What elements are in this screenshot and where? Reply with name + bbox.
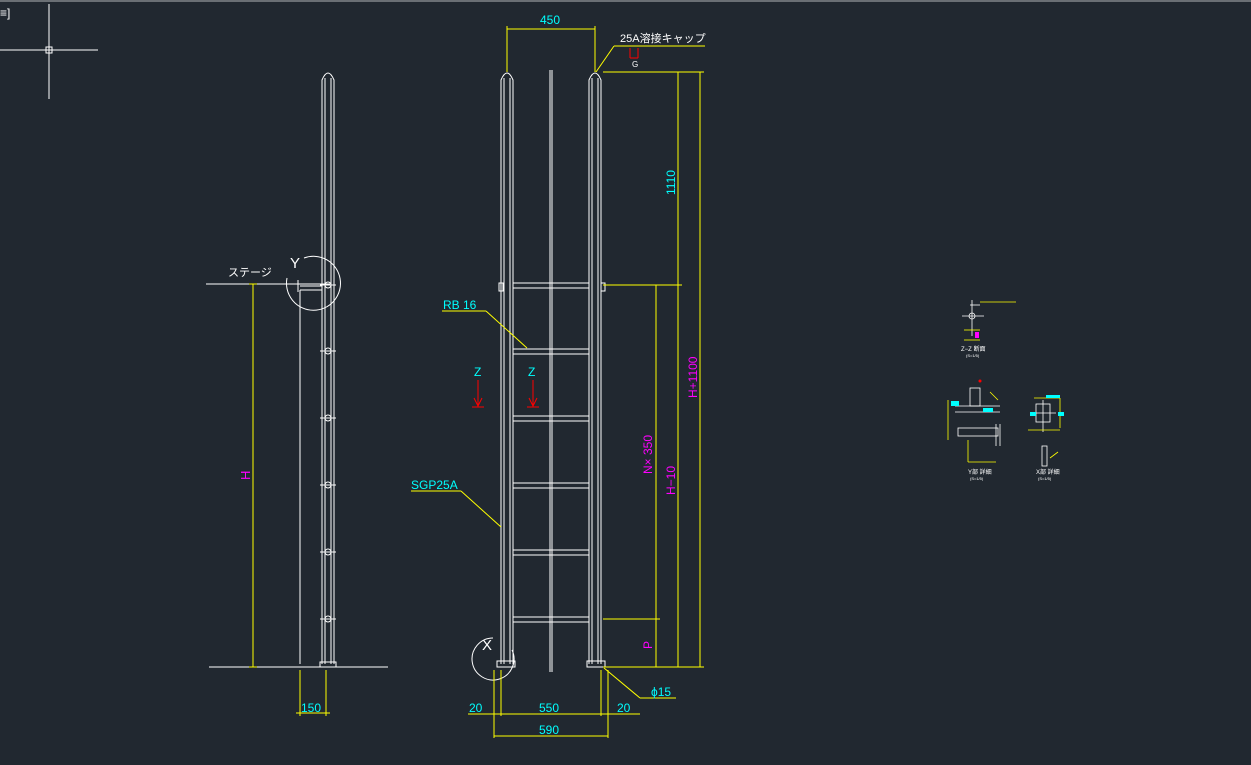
detail-y-marker: Y — [290, 255, 300, 272]
dim-550-label: 550 — [539, 701, 559, 715]
dim-1110-label: 1110 — [664, 170, 678, 195]
detail-x-title: X部 詳細 — [1036, 468, 1060, 476]
detail-y-title: Y部 詳細 — [968, 468, 992, 476]
detail-zz-title: Z−Z 断面 — [961, 345, 986, 353]
section-z-left-label: Z — [474, 365, 481, 379]
stage-label: ステージ — [228, 267, 272, 279]
rb16-label: RB 16 — [443, 298, 477, 312]
sgp25a-leader — [460, 490, 502, 528]
dim-p-label: P — [641, 641, 655, 649]
h-dimension-label: H — [238, 471, 253, 480]
weld-symbol-icon — [629, 48, 639, 59]
dim-left-20-label: 20 — [469, 701, 483, 715]
detail-x-marker: X — [482, 637, 492, 654]
dim-hole-label: ϕ15 — [651, 685, 671, 699]
top-450-dimension — [506, 26, 596, 72]
bottom-dimensions — [468, 667, 676, 738]
detail-x-scale: (S=1/5) — [1038, 476, 1052, 481]
dim-h10-label: H−10 — [664, 466, 678, 495]
cap-label: 25A溶接キャップ — [620, 31, 706, 45]
drawing-canvas[interactable]: ステージ Y H 150 450 25A溶接キャップ G 1110 H+1100… — [0, 0, 1251, 765]
rb16-leader — [485, 310, 528, 349]
detail-y: Y部 詳細 (S=1/5) — [947, 379, 1001, 481]
side-view: ステージ Y H 150 — [206, 72, 388, 716]
stage-bracket — [297, 280, 322, 292]
detail-y-scale: (S=1/5) — [970, 476, 984, 481]
detail-zz-scale: (S=1/5) — [966, 353, 980, 358]
left-rail — [496, 72, 516, 668]
section-z-left-arrow-icon — [472, 380, 484, 408]
dim-right-20-label: 20 — [617, 701, 631, 715]
detail-x-circle — [471, 637, 515, 681]
right-rail — [586, 72, 606, 668]
detail-zz: Z−Z 断面 (S=1/5) — [961, 300, 1016, 358]
detail-x: X部 詳細 (S=1/5) — [1028, 395, 1064, 481]
dim-h1100-label: H+1100 — [686, 356, 700, 398]
cap-leader — [595, 45, 615, 73]
cap-sub-label: G — [632, 60, 638, 69]
section-z-right-label: Z — [528, 365, 535, 379]
section-z-right-arrow-icon — [527, 380, 539, 408]
crosshair-cursor-icon — [0, 4, 98, 99]
top-450-label: 450 — [540, 13, 560, 27]
dim-590-label: 590 — [539, 723, 559, 737]
dim-nx350-label: N× 350 — [641, 435, 655, 474]
width-150-label: 150 — [301, 701, 321, 715]
sgp25a-label: SGP25A — [411, 478, 458, 492]
side-rail — [299, 72, 337, 668]
front-view: 450 25A溶接キャップ G 1110 H+1100 N× 350 H−10 … — [411, 13, 706, 738]
